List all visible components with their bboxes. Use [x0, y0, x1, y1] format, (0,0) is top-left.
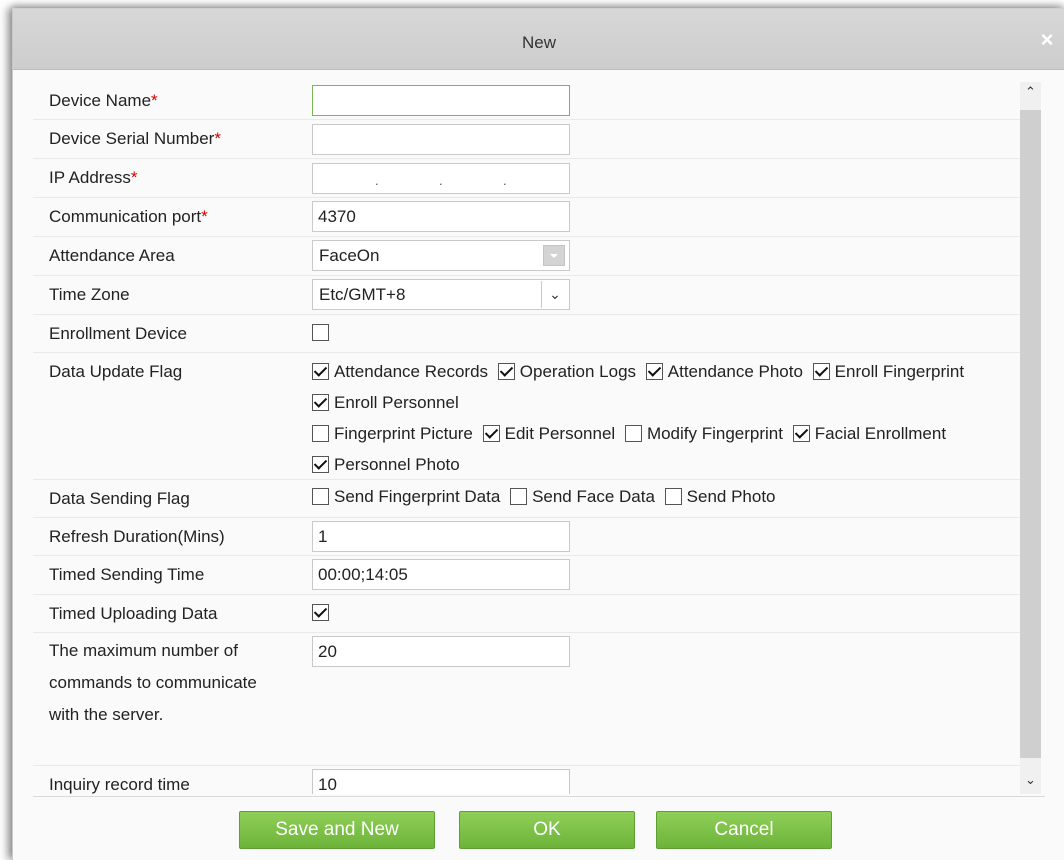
row-timed-sending: Timed Sending Time — [33, 556, 1023, 595]
enroll-device-label: Enrollment Device — [49, 324, 187, 343]
checkbox[interactable] — [510, 488, 528, 505]
save-and-new-button[interactable]: Save and New — [239, 811, 435, 849]
dialog-title: New — [521, 33, 556, 52]
checkbox[interactable] — [482, 425, 500, 442]
checkbox[interactable] — [312, 394, 329, 411]
ip-label: IP Address — [49, 168, 131, 187]
required-mark: * — [130, 168, 138, 187]
inquiry-record-input[interactable] — [312, 769, 570, 794]
port-label: Communication port — [49, 207, 202, 226]
chevron-down-icon[interactable]: ⌄ — [1020, 772, 1041, 794]
personnel-photo-option[interactable]: Personnel Photo — [312, 455, 460, 474]
checkbox[interactable] — [812, 363, 830, 380]
attendance-records-option[interactable]: Attendance Records — [312, 362, 488, 381]
timed-upload-label: Timed Uploading Data — [49, 604, 218, 623]
fingerprint-picture-option[interactable]: Fingerprint Picture — [312, 424, 473, 443]
attendance-area-combo[interactable]: FaceOn — [312, 240, 570, 271]
data-update-label: Data Update Flag — [49, 362, 183, 381]
max-commands-input[interactable] — [312, 636, 570, 667]
serial-label: Device Serial Number — [49, 129, 215, 148]
cancel-button[interactable]: Cancel — [656, 811, 832, 849]
vertical-scrollbar[interactable]: ⌃ ⌄ — [1020, 82, 1041, 794]
area-label: Attendance Area — [49, 246, 175, 265]
chevron-down-icon[interactable]: ⌄ — [541, 281, 568, 308]
device-form: Device Name* Device Serial Number* IP Ad… — [33, 82, 1023, 794]
checkbox[interactable] — [497, 363, 515, 380]
enrollment-device-checkbox[interactable] — [312, 324, 329, 341]
required-mark: * — [201, 207, 208, 226]
dialog-titlebar[interactable]: New × — [13, 9, 1064, 70]
scrollbar-thumb[interactable] — [1020, 110, 1041, 758]
row-refresh: Refresh Duration(Mins) — [33, 518, 1023, 556]
checkbox[interactable] — [664, 488, 682, 505]
row-timezone: Time Zone Etc/GMT+8 ⌄ — [33, 276, 1023, 315]
new-device-dialog: New × Device Name* Device Serial Number*… — [12, 8, 1064, 860]
area-value: FaceOn — [319, 246, 380, 265]
dropdown-arrow-icon[interactable] — [543, 245, 565, 266]
device-name-input[interactable] — [312, 85, 570, 116]
checkbox[interactable] — [624, 425, 642, 442]
ok-button[interactable]: OK — [459, 811, 635, 849]
ip-octet-4[interactable] — [507, 164, 569, 193]
send-fingerprint-option[interactable]: Send Fingerprint Data — [312, 487, 500, 506]
checkbox[interactable] — [645, 363, 663, 380]
serial-number-input[interactable] — [312, 124, 570, 155]
refresh-label: Refresh Duration(Mins) — [49, 527, 225, 546]
chevron-up-icon[interactable]: ⌃ — [1020, 84, 1041, 106]
row-area: Attendance Area FaceOn — [33, 237, 1023, 276]
timezone-value: Etc/GMT+8 — [319, 285, 406, 304]
row-inquiry: Inquiry record time — [33, 766, 1023, 794]
modify-fingerprint-option[interactable]: Modify Fingerprint — [624, 424, 783, 443]
operation-logs-option[interactable]: Operation Logs — [497, 362, 636, 381]
checkbox[interactable] — [312, 456, 329, 473]
send-face-option[interactable]: Send Face Data — [510, 487, 655, 506]
send-photo-option[interactable]: Send Photo — [664, 487, 776, 506]
timezone-label: Time Zone — [49, 285, 130, 304]
row-data-update: Data Update Flag Attendance Records Oper… — [33, 353, 1023, 480]
close-icon[interactable]: × — [1035, 28, 1059, 52]
required-mark: * — [214, 129, 221, 148]
row-port: Communication port* — [33, 198, 1023, 237]
data-sending-label: Data Sending Flag — [49, 489, 190, 508]
row-serial: Device Serial Number* — [33, 120, 1023, 159]
device-name-label: Device Name — [49, 91, 152, 110]
timed-sending-input[interactable] — [312, 559, 570, 590]
ip-octet-1[interactable] — [315, 164, 377, 193]
max-commands-label: The maximum number of commands to commun… — [49, 641, 257, 724]
row-max-commands: The maximum number of commands to commun… — [33, 633, 1023, 766]
row-device-name: Device Name* — [33, 82, 1023, 120]
checkbox[interactable] — [312, 425, 329, 442]
required-mark: * — [151, 91, 158, 110]
checkbox[interactable] — [792, 425, 810, 442]
ip-address-field: . . . — [312, 163, 570, 194]
inquiry-label: Inquiry record time — [49, 775, 190, 794]
refresh-duration-input[interactable] — [312, 521, 570, 552]
enroll-personnel-option[interactable]: Enroll Personnel — [312, 393, 459, 412]
row-timed-upload: Timed Uploading Data — [33, 595, 1023, 633]
footer-divider — [33, 796, 1045, 797]
checkbox[interactable] — [312, 488, 329, 505]
data-update-options: Attendance Records Operation Logs Attend… — [312, 356, 1012, 480]
communication-port-input[interactable] — [312, 201, 570, 232]
facial-enrollment-option[interactable]: Facial Enrollment — [792, 424, 946, 443]
enroll-fingerprint-option[interactable]: Enroll Fingerprint — [812, 362, 964, 381]
row-enroll-device: Enrollment Device — [33, 315, 1023, 353]
attendance-photo-option[interactable]: Attendance Photo — [645, 362, 803, 381]
ip-octet-3[interactable] — [443, 164, 505, 193]
row-ip: IP Address* . . . — [33, 159, 1023, 198]
time-zone-select[interactable]: Etc/GMT+8 ⌄ — [312, 279, 570, 310]
timed-sending-label: Timed Sending Time — [49, 565, 205, 584]
edit-personnel-option[interactable]: Edit Personnel — [482, 424, 615, 443]
checkbox[interactable] — [312, 363, 329, 380]
ip-octet-2[interactable] — [379, 164, 441, 193]
timed-uploading-checkbox[interactable] — [312, 604, 329, 621]
row-data-sending: Data Sending Flag Send Fingerprint Data … — [33, 480, 1023, 518]
data-sending-options: Send Fingerprint Data Send Face Data Sen… — [312, 481, 1012, 512]
